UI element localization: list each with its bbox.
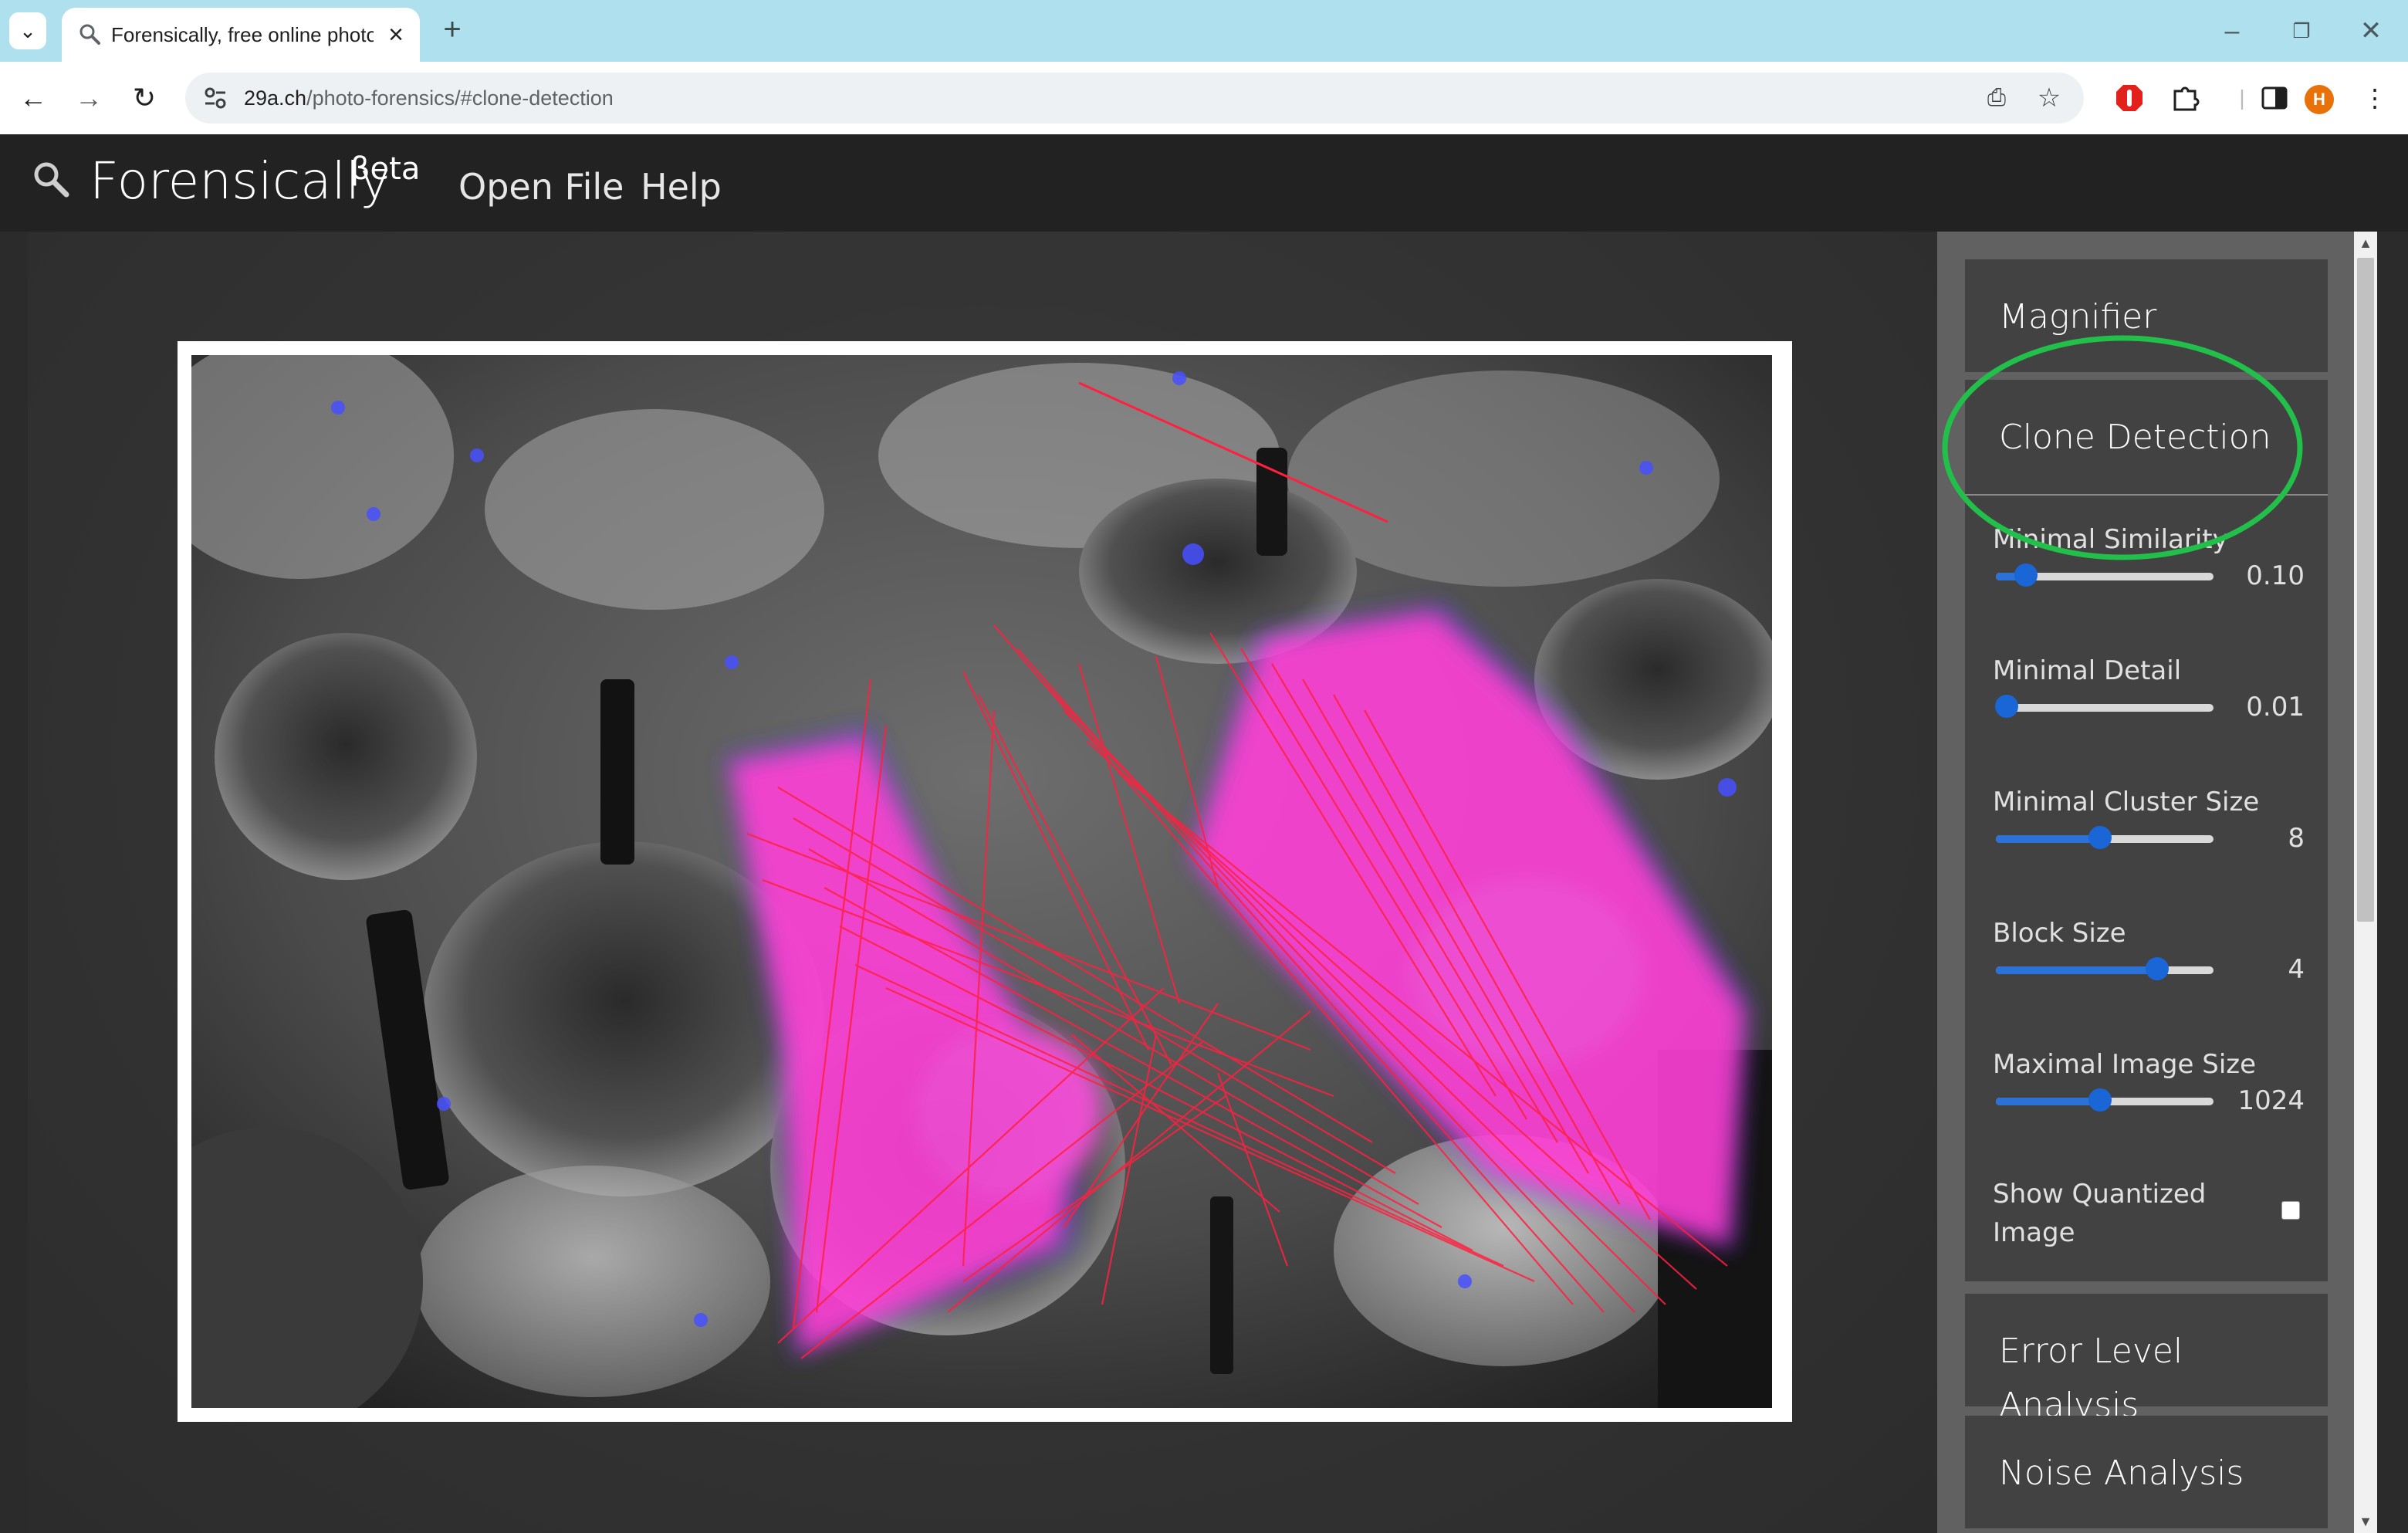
sidebar-scrollbar[interactable]: ▲ ▼ [2354, 232, 2377, 1533]
show-quantized-checkbox[interactable] [2281, 1201, 2300, 1220]
url-text: 29a.ch/photo-forensics/#clone-detection [244, 73, 614, 124]
slider-thumb[interactable] [2088, 1088, 2112, 1112]
url-path: /photo-forensics/#clone-detection [306, 86, 614, 110]
slider-fill [1996, 1098, 2101, 1105]
more-vert-icon[interactable]: ⋮ [2356, 79, 2394, 117]
minimize-icon[interactable]: – [2209, 11, 2255, 51]
panel-divider [1965, 494, 2328, 496]
close-icon[interactable]: × [380, 19, 412, 51]
setting-value: 1024 [2237, 1085, 2305, 1116]
browser-toolbar: ← → ↻ 29a.ch/photo-forensics/#clone-dete… [0, 62, 2408, 134]
tab-list-icon[interactable]: ⌄ [9, 12, 46, 49]
star-icon[interactable]: ☆ [2033, 82, 2065, 114]
restore-icon[interactable]: ❐ [2278, 11, 2325, 51]
browser-tab[interactable]: Forensically, free online photo f × [62, 8, 420, 62]
setting-min-detail: Minimal Detail 0.01 [1965, 653, 2328, 769]
slider-fill [1996, 835, 2101, 843]
scroll-down-arrow-icon[interactable]: ▼ [2354, 1510, 2377, 1533]
setting-value: 4 [2288, 954, 2305, 985]
setting-label: Maximal Image Size [1993, 1049, 2257, 1080]
slider-thumb[interactable] [2088, 826, 2112, 849]
block-size-slider[interactable] [1996, 957, 2214, 980]
panel-magnifier-title: Magnifier [1999, 297, 2157, 337]
setting-value: 0.01 [2246, 692, 2305, 723]
setting-max-image-size: Maximal Image Size 1024 [1965, 1047, 2328, 1162]
page-gutter [2377, 232, 2408, 1533]
image-frame [178, 341, 1792, 1422]
setting-min-similarity: Minimal Similarity 0.10 [1965, 522, 2328, 638]
beta-badge: βeta [350, 151, 421, 187]
tools-sidebar: Magnifier Clone Detection Minimal Simila… [1937, 232, 2354, 1533]
search-icon [79, 24, 100, 45]
magnifier-logo-icon [34, 162, 69, 198]
reload-icon[interactable]: ↻ [125, 79, 164, 117]
min-detail-slider[interactable] [1995, 695, 2214, 718]
panel-magnifier[interactable]: Magnifier [1965, 259, 2328, 372]
min-cluster-size-slider[interactable] [1996, 826, 2214, 849]
setting-value: 8 [2288, 823, 2305, 854]
app-title: Forensically [90, 151, 391, 211]
max-image-size-slider[interactable] [1996, 1088, 2214, 1112]
scrollbar-thumb[interactable] [2357, 258, 2374, 922]
setting-label: Block Size [1993, 918, 2126, 949]
address-bar[interactable]: 29a.ch/photo-forensics/#clone-detection … [185, 73, 2084, 124]
panel-noise-title: Noise Analysis [1999, 1453, 2244, 1493]
setting-value: 0.10 [2246, 560, 2305, 591]
close-window-icon[interactable]: ✕ [2348, 11, 2394, 51]
image-stage [28, 232, 1937, 1533]
setting-show-quantized: Show Quantized Image [1965, 1175, 2328, 1291]
open-file-link[interactable]: Open File [458, 165, 624, 208]
forward-arrow-icon[interactable]: → [69, 79, 108, 117]
app-header: Forensically βeta Open File Help [0, 134, 2408, 232]
setting-block-size: Block Size 4 [1965, 915, 2328, 1031]
browser-tab-bar: ⌄ Forensically, free online photo f × + … [0, 0, 2408, 62]
back-arrow-icon[interactable]: ← [14, 79, 52, 117]
tab-title: Forensically, free online photo f [111, 23, 374, 46]
min-similarity-slider[interactable] [1996, 563, 2214, 587]
scroll-up-arrow-icon[interactable]: ▲ [2354, 232, 2377, 255]
setting-min-cluster-size: Minimal Cluster Size 8 [1965, 784, 2328, 900]
panel-error-level-title: Error Level Analysis [1999, 1332, 2183, 1425]
adblock-icon[interactable] [2110, 79, 2149, 117]
panel-clone-detection: Clone Detection Minimal Similarity 0.10 … [1965, 380, 2328, 1281]
panel-noise-analysis[interactable]: Noise Analysis [1965, 1416, 2328, 1528]
setting-label: Minimal Similarity [1993, 524, 2228, 555]
help-link[interactable]: Help [641, 165, 722, 208]
plus-icon[interactable]: + [434, 11, 471, 48]
profile-avatar[interactable]: H [2305, 85, 2334, 114]
setting-label: Show Quantized Image [1993, 1179, 2207, 1248]
slider-thumb[interactable] [2014, 563, 2038, 587]
setting-label: Minimal Cluster Size [1993, 787, 2260, 817]
extensions-icon[interactable] [2166, 79, 2204, 117]
slider-thumb[interactable] [2145, 957, 2169, 980]
panel-clone-detection-title[interactable]: Clone Detection [1999, 411, 2271, 465]
slider-fill [1996, 966, 2157, 974]
side-panel-icon[interactable] [2255, 79, 2294, 117]
panel-error-level-analysis[interactable]: Error Level Analysis [1965, 1294, 2328, 1425]
setting-label: Minimal Detail [1993, 655, 2182, 686]
site-settings-icon[interactable] [201, 83, 230, 113]
slider-thumb[interactable] [1995, 695, 2019, 718]
url-host: 29a.ch [244, 86, 307, 110]
analyzed-photo[interactable] [191, 355, 1772, 1408]
install-app-icon[interactable]: ⎙ [1980, 82, 2013, 114]
